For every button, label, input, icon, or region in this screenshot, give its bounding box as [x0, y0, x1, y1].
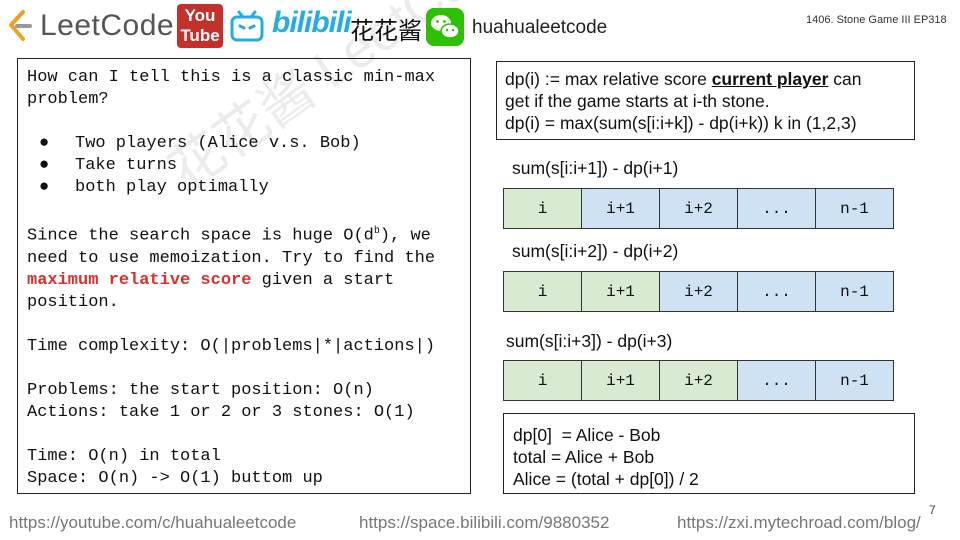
leetcode-icon: [9, 10, 32, 41]
explanation-box: How can I tell this is a classic min-max…: [17, 58, 471, 494]
definition-line-2: get if the game starts at i-th stone.: [505, 91, 770, 111]
stone-cell: ...: [737, 188, 816, 229]
youtube-icon: You Tube: [177, 4, 223, 48]
summary-line-3: Alice = (total + dp[0]) / 2: [513, 469, 699, 489]
leetcode-logo: LeetCode: [6, 6, 174, 46]
stone-array-3: i i+1 i+2... n-1: [503, 360, 894, 401]
slide-id: 1406. Stone Game III EP318: [806, 14, 947, 26]
definition-line-3: dp(i) = max(sum(s[i:i+k]) - dp(i+k)) k i…: [505, 113, 857, 133]
definition-box: dp(i) := max relative score current play…: [496, 61, 915, 140]
stone-cell: i+2: [659, 188, 738, 229]
youtube-top-text: You: [184, 6, 216, 25]
summary-box: dp[0] = Alice - Bob total = Alice + Bob …: [503, 413, 915, 494]
bilibili-tv-icon: [230, 10, 264, 42]
page-number: 7: [929, 503, 936, 517]
question-text: How can I tell this is a classic min-max…: [27, 68, 436, 109]
highlight-text: maximum relative score: [27, 270, 252, 290]
stone-cell: ...: [737, 360, 816, 401]
actions-text: Actions: take 1 or 2 or 3 stones: O(1): [27, 402, 415, 422]
summary-line-1: dp[0] = Alice - Bob: [513, 425, 661, 445]
stone-array-1: i i+1 i+2... n-1: [503, 188, 894, 229]
chinese-name: 花花酱: [350, 18, 422, 45]
stone-cell: ...: [737, 271, 816, 312]
array-label-3: sum(s[i:i+3]) - dp(i+3): [506, 331, 673, 351]
memoization-text: Since the search space is huge O(db), we…: [27, 226, 436, 312]
bullet-item: ● Take turns: [39, 156, 178, 175]
footer-youtube-link[interactable]: https://youtube.com/c/huahualeetcode: [9, 513, 296, 533]
stone-cell: i+1: [581, 271, 660, 312]
bullet-item: ● Two players (Alice v.s. Bob): [39, 134, 361, 153]
stone-array-2: i i+1 i+2... n-1: [503, 271, 894, 312]
channel-handle: huahualeetcode: [472, 17, 608, 38]
bilibili-text: bilibili: [272, 6, 352, 39]
stone-cell: i+2: [659, 271, 738, 312]
array-label-1: sum(s[i:i+1]) - dp(i+1): [512, 158, 679, 178]
wechat-icon: [426, 8, 464, 46]
summary-line-2: total = Alice + Bob: [513, 447, 655, 467]
time-complexity-text: Time complexity: O(|problems|*|actions|): [27, 336, 436, 356]
stone-cell: i: [503, 188, 582, 229]
footer-blog-link[interactable]: https://zxi.mytechroad.com/blog/: [677, 513, 921, 533]
definition-line-1: dp(i) := max relative score current play…: [505, 69, 862, 89]
stone-cell: n-1: [815, 271, 894, 312]
stone-cell: n-1: [815, 360, 894, 401]
time-text: Time: O(n) in total: [27, 446, 221, 466]
brand-text: LeetCode: [40, 9, 175, 42]
space-text: Space: O(n) -> O(1) buttom up: [27, 468, 323, 488]
array-label-2: sum(s[i:i+2]) - dp(i+2): [512, 241, 679, 261]
stone-cell: i+1: [581, 360, 660, 401]
stone-cell: i: [503, 360, 582, 401]
stone-cell: i: [503, 271, 582, 312]
bullet-item: ● both play optimally: [39, 178, 269, 197]
stone-cell: n-1: [815, 188, 894, 229]
problems-text: Problems: the start position: O(n): [27, 380, 374, 400]
youtube-bottom-text: Tube: [180, 26, 220, 45]
footer-bilibili-link[interactable]: https://space.bilibili.com/9880352: [359, 513, 609, 533]
stone-cell: i+2: [659, 360, 738, 401]
stone-cell: i+1: [581, 188, 660, 229]
